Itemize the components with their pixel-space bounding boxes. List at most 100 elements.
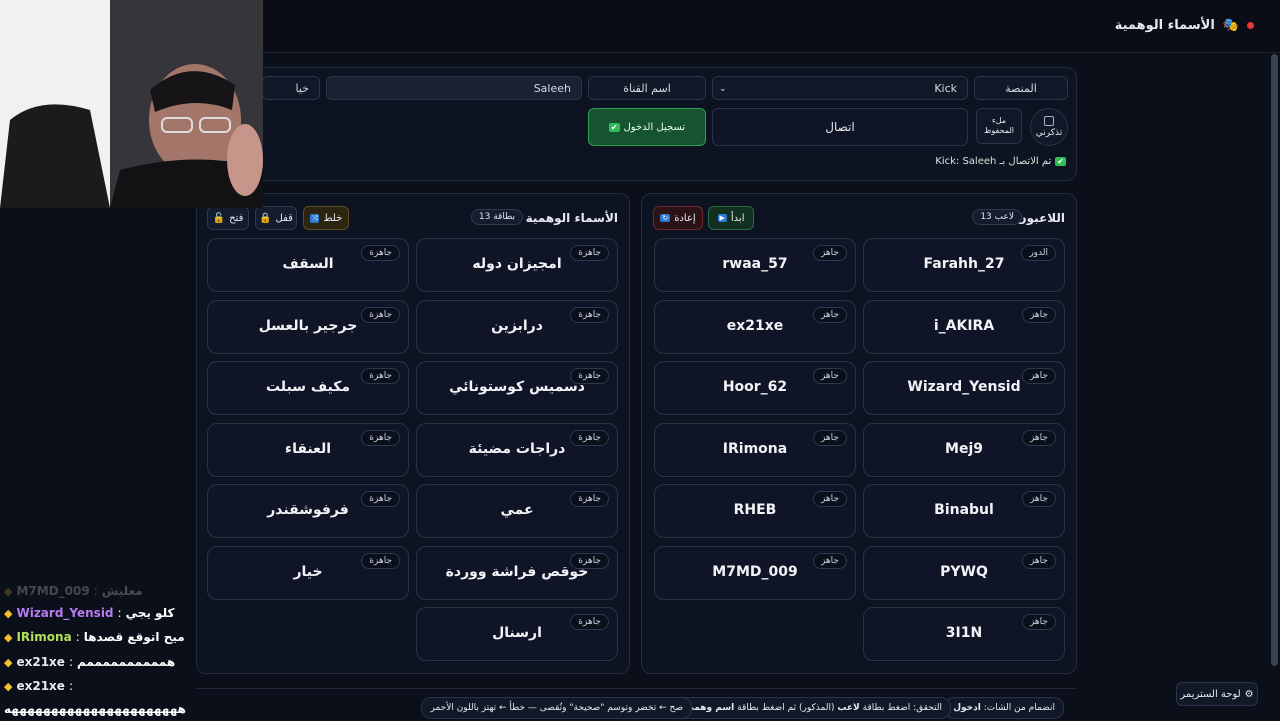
webcam-overlay	[0, 0, 263, 208]
player-card[interactable]: ex21xe جاهز	[654, 299, 856, 354]
fake-name-card[interactable]: درابزين جاهزة	[416, 299, 618, 354]
chat-username: Wizard_Yensid	[16, 606, 114, 620]
fake-name-card[interactable]: عمي جاهزة	[416, 484, 618, 538]
player-card[interactable]: Mej9 جاهز	[863, 422, 1065, 477]
fake-name-card[interactable]: امجيزان دوله جاهزة	[416, 238, 618, 292]
status-badge: جاهز	[812, 306, 847, 323]
fake-name-card[interactable]: ارسنال جاهزة	[416, 607, 618, 661]
masks-icon: 🎭	[1222, 18, 1239, 33]
autosave-button[interactable]: ملء المحفوظ	[976, 108, 1022, 144]
reset-button[interactable]: ↻ إعادة	[653, 206, 703, 230]
app-title: الأسماء الوهمية	[1114, 18, 1215, 33]
webcam-image	[0, 0, 263, 208]
app-brand: 🎭 الأسماء الوهمية	[1115, 18, 1254, 33]
status-badge: جاهز	[1021, 552, 1056, 569]
player-card[interactable]: 3I1N جاهز	[863, 607, 1065, 661]
check-icon: ✔	[608, 122, 620, 132]
players-title: اللاعبون	[1016, 211, 1065, 225]
players-count-badge: 13 لاعب	[972, 209, 1022, 225]
extra-input[interactable]: خيا	[262, 76, 320, 100]
connect-panel: المنصة Kick ⌄ اسم القناة Saleeh خيا تذكر…	[196, 67, 1077, 181]
hint-result: صح ← تخضر وتوسم "صحيحة" وتُقصى — خطأ ← ت…	[421, 697, 692, 719]
login-button[interactable]: ✔ تسجيل الدخول	[588, 108, 706, 146]
players-panel: اللاعبون 13 لاعب ▶ ابدأ ↻ إعادة Farahh_2…	[641, 193, 1077, 674]
chat-overlay: ◆ M7MD_009: معليش ◆ Wizard_Yensid: كلو يجي ◆ IR…	[0, 582, 270, 720]
names-title: الأسماء الوهمية	[525, 211, 618, 225]
badge-icon: ◆	[4, 606, 13, 620]
status-badge: جاهز	[1021, 368, 1056, 384]
status-badge: جاهز	[812, 552, 847, 569]
status-badge: جاهز	[812, 429, 847, 446]
live-dot-icon	[1247, 22, 1254, 29]
connect-button[interactable]: اتصال	[712, 108, 968, 146]
chat-text: ميح اتوقع قصدها	[83, 630, 185, 644]
page-scrollbar[interactable]	[1271, 54, 1278, 666]
hint-verify: التحقق: اضغط بطاقة لاعب (المذكور) ثم اضغ…	[676, 697, 951, 719]
fake-name-card[interactable]: دسميس كوستونائي جاهزة	[416, 361, 618, 415]
status-badge: جاهزة	[570, 368, 609, 384]
names-count-badge: 13 بطاقة	[470, 209, 523, 225]
status-badge: جاهز	[1021, 491, 1056, 507]
fake-name-card[interactable]: مكيف سبلت جاهزة	[207, 361, 409, 415]
unlock-button[interactable]: 🔓 فتح	[207, 206, 249, 230]
remember-checkbox[interactable]	[1044, 116, 1054, 126]
hint-join: انضمام من الشات: ادخول	[944, 697, 1064, 719]
status-badge: جاهزة	[361, 552, 400, 569]
fake-name-card[interactable]: فرفوشقندر جاهزة	[207, 484, 409, 538]
badge-icon: ◆	[4, 655, 13, 669]
status-badge: جاهزة	[361, 368, 400, 384]
lock-icon: 🔒	[259, 212, 272, 224]
status-badge: جاهز	[1021, 614, 1056, 630]
player-card[interactable]: Binabul جاهز	[863, 484, 1065, 538]
badge-icon: ◆	[4, 679, 13, 693]
start-button[interactable]: ▶ ابدأ	[708, 206, 754, 230]
chat-username: M7MD_009	[16, 584, 90, 598]
fake-name-card[interactable]: خوقص فراشة ووردة جاهزة	[416, 545, 618, 600]
player-card[interactable]: rwaa_57 جاهز	[654, 238, 856, 292]
status-badge: جاهزة	[570, 614, 609, 630]
fake-name-card[interactable]: جرجير بالعسل جاهزة	[207, 299, 409, 354]
chat-text: كلو يجي	[125, 606, 175, 620]
shuffle-button[interactable]: ⤨ خلط	[303, 206, 349, 230]
gear-icon: ⚙	[1244, 688, 1254, 700]
player-card[interactable]: i_AKIRA جاهز	[863, 299, 1065, 354]
streamer-panel-button[interactable]: ⚙ لوحة الستريمر	[1176, 682, 1258, 706]
player-card[interactable]: Wizard_Yensid جاهز	[863, 361, 1065, 415]
fake-name-card[interactable]: العنقاء جاهزة	[207, 422, 409, 477]
player-card[interactable]: M7MD_009 جاهز	[654, 545, 856, 600]
player-card[interactable]: PYWQ جاهز	[863, 545, 1065, 600]
chat-text: معليش	[101, 584, 143, 598]
status-badge: جاهزة	[361, 429, 400, 446]
player-card[interactable]: Hoor_62 جاهز	[654, 361, 856, 415]
chat-username: IRimona	[16, 630, 72, 644]
chat-message: ◆ M7MD_009: معليش	[4, 584, 143, 598]
status-badge: الدور	[1021, 245, 1056, 261]
fake-name-card[interactable]: السقف جاهزة	[207, 238, 409, 292]
chat-text: هممممممممممم	[76, 655, 176, 669]
platform-select[interactable]: Kick ⌄	[712, 76, 968, 100]
platform-label: المنصة	[974, 76, 1068, 100]
play-icon: ▶	[717, 214, 727, 222]
footer-hints: انضمام من الشات: ادخول التحقق: اضغط بطاق…	[196, 688, 1076, 721]
status-badge: جاهز	[1021, 306, 1056, 323]
unlock-icon: 🔓	[212, 212, 226, 224]
chat-message: ههههههههههههههههههههههه	[4, 702, 186, 716]
player-card[interactable]: IRimona جاهز	[654, 422, 856, 477]
channel-input[interactable]: Saleeh	[326, 76, 582, 100]
remember-toggle[interactable]: تذكرني	[1030, 108, 1068, 146]
chat-username: ex21xe	[16, 655, 65, 669]
status-badge: جاهزة	[361, 491, 400, 507]
check-icon: ✔	[1055, 157, 1066, 166]
status-badge: جاهز	[812, 368, 847, 384]
lock-button[interactable]: 🔒 قفل	[255, 206, 297, 230]
player-card[interactable]: RHEB جاهز	[654, 484, 856, 538]
status-badge: جاهزة	[570, 245, 609, 261]
chevron-down-icon: ⌄	[719, 84, 727, 94]
player-card[interactable]: Farahh_27 الدور	[863, 238, 1065, 292]
status-badge: جاهز	[1021, 429, 1056, 446]
chat-message: ◆ IRimona: ميح اتوقع قصدها	[4, 630, 185, 644]
chat-message: ◆ Wizard_Yensid: كلو يجي	[4, 606, 175, 620]
fake-name-card[interactable]: دراجات مضيئة جاهزة	[416, 422, 618, 477]
badge-icon: ◆	[4, 584, 13, 598]
chat-message: ◆ ex21xe:	[4, 679, 73, 693]
